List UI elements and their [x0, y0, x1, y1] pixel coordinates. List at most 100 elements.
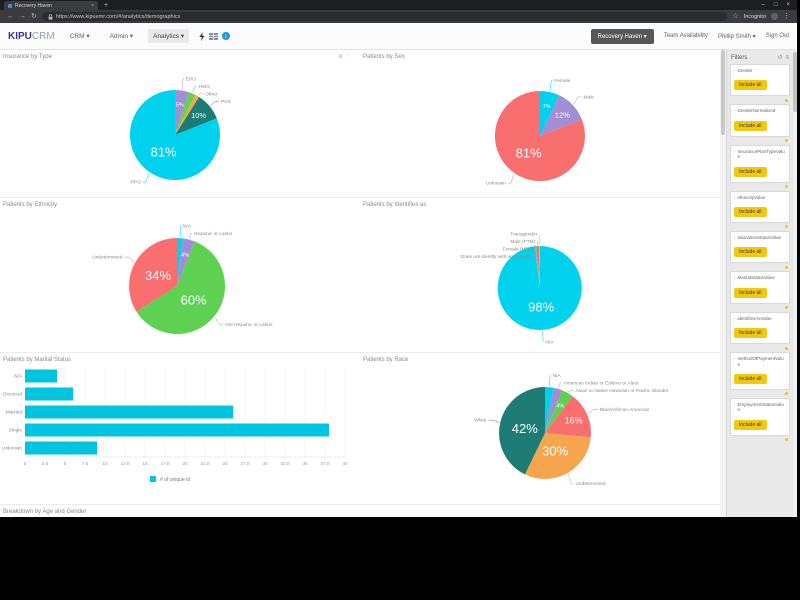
- lightning-icon[interactable]: [199, 31, 205, 41]
- tab-close-icon[interactable]: ×: [91, 3, 94, 9]
- pie-chart: 98% TransgenderMale (FTM) Female (MTF)Does…: [461, 232, 582, 345]
- chevron-down-icon: ▾: [129, 33, 134, 40]
- legend-swatch: [150, 476, 156, 482]
- x-tick-label: 2.5: [42, 461, 49, 466]
- expand-caret-icon[interactable]: ›: [734, 149, 736, 160]
- menu-analytics[interactable]: Analytics ▾: [148, 29, 190, 43]
- include-all-button[interactable]: Include all: [734, 80, 767, 91]
- label-leader-line: [542, 330, 544, 343]
- scrollbar-thumb[interactable]: [721, 50, 725, 135]
- include-all-button[interactable]: Include all: [734, 287, 767, 298]
- pie-category-label: EPO: [186, 76, 196, 82]
- back-icon[interactable]: ←: [7, 10, 14, 23]
- label-leader-line: [567, 390, 574, 393]
- include-all-button[interactable]: Include all: [734, 206, 767, 217]
- filter-status-row: [727, 96, 793, 104]
- star-icon[interactable]: ☆: [732, 10, 738, 23]
- legend-label: # of unique id: [160, 477, 190, 483]
- menu-admin[interactable]: Admin ▾: [105, 29, 139, 43]
- sign-out-link[interactable]: Sign Out: [766, 33, 789, 39]
- filter-title: EmploymentStatusValue: [737, 401, 784, 413]
- pie-percent-label: 34%: [145, 268, 171, 283]
- main-scrollbar[interactable]: [720, 50, 726, 517]
- expand-caret-icon[interactable]: ›: [734, 275, 736, 280]
- focus-mode-icon[interactable]: ↑: [347, 53, 350, 60]
- label-leader-line: [488, 419, 500, 423]
- tab-title: Recovery Haven: [15, 2, 52, 9]
- include-all-button[interactable]: Include all: [734, 373, 767, 384]
- close-button[interactable]: ×: [786, 2, 790, 8]
- url-box[interactable]: https://www.kipuemr.com/#/analytics/demo…: [41, 12, 728, 21]
- info-icon[interactable]: i: [222, 32, 231, 40]
- expand-caret-icon[interactable]: ›: [734, 316, 736, 321]
- x-tick-label: 37.5: [321, 461, 330, 466]
- filter-card: › educationStatusValue Include all: [730, 230, 790, 264]
- grid-icon[interactable]: [209, 32, 219, 40]
- bar-category-label: Divorced: [3, 392, 22, 398]
- bar[interactable]: [25, 441, 97, 455]
- user-menu[interactable]: Phillip Smith ▾: [718, 33, 756, 40]
- include-all-button[interactable]: Include all: [734, 166, 767, 177]
- kipucrm-logo[interactable]: KIPUCRM: [8, 31, 55, 42]
- bar[interactable]: [25, 369, 57, 383]
- collapse-filters-icon[interactable]: ≡: [785, 55, 789, 61]
- include-all-button[interactable]: Include all: [734, 247, 767, 258]
- expand-caret-icon[interactable]: ›: [734, 108, 736, 113]
- expand-caret-icon[interactable]: ›: [734, 402, 736, 413]
- menu-crm[interactable]: CRM ▾: [65, 29, 95, 43]
- filter-indicator-dot: [785, 346, 788, 350]
- browser-menu-icon[interactable]: ⋮: [783, 10, 790, 23]
- x-tick-label: 20: [182, 461, 188, 466]
- bar-category-label: N/A: [14, 374, 23, 380]
- chevron-down-icon: ▾: [180, 33, 185, 40]
- bar-category-label: Married: [6, 410, 23, 416]
- expand-caret-icon[interactable]: ›: [734, 356, 736, 367]
- filter-title: methodOfPaymentValue: [737, 356, 784, 367]
- filter-status-row: [727, 263, 793, 271]
- filters-scrollbar[interactable]: [793, 50, 797, 517]
- reset-filters-icon[interactable]: ↺: [777, 54, 782, 61]
- pie-category-label: Female: [554, 78, 570, 84]
- pie-category-label: Hispanic or Latino: [194, 231, 233, 237]
- label-leader-line: [549, 375, 551, 387]
- bar-chart: 0 2.5 5 7.5 10 12.5 15 17.5 20 22.5 25 27.5 30 32.5 35…: [2, 367, 348, 483]
- include-all-button[interactable]: Include all: [734, 328, 767, 339]
- chart-title: Patients by Race: [363, 357, 409, 363]
- profile-avatar[interactable]: [771, 13, 778, 20]
- include-all-button[interactable]: Include all: [734, 419, 767, 430]
- x-tick-label: 35: [302, 461, 308, 466]
- pin-visual-icon[interactable]: ⊕: [338, 53, 343, 60]
- browser-window: Recovery Haven × + – □ × ← → ↻ https://w…: [0, 0, 797, 517]
- section-title-breakdown: Breakdown by Age and Gender: [3, 509, 87, 515]
- pie-category-label: N/A: [183, 224, 192, 230]
- team-availability-link[interactable]: Team Availability: [664, 33, 708, 39]
- include-all-button[interactable]: Include all: [734, 120, 767, 131]
- label-leader-line: [192, 85, 197, 93]
- label-leader-line: [567, 473, 574, 484]
- address-bar: ← → ↻ https://www.kipuemr.com/#/analytic…: [0, 10, 797, 23]
- pie-chart: 5% 10% 81% PPO EPOHMOOther POS: [129, 76, 231, 186]
- maximize-button[interactable]: □: [774, 2, 778, 8]
- browser-tab[interactable]: Recovery Haven ×: [4, 1, 98, 10]
- pie-category-label: Female (MTF): [503, 247, 534, 253]
- new-tab-button[interactable]: +: [104, 1, 108, 10]
- scrollbar-thumb[interactable]: [793, 52, 797, 112]
- facility-selector-button[interactable]: Recovery Haven ▾: [590, 28, 654, 44]
- pie-category-label: N/A: [553, 373, 562, 379]
- chart-title: Insurance by Type: [3, 54, 52, 60]
- expand-caret-icon[interactable]: ›: [734, 68, 736, 73]
- pie-percent-label: 98%: [528, 299, 554, 314]
- bar[interactable]: [25, 387, 73, 401]
- reload-icon[interactable]: ↻: [31, 10, 37, 23]
- chart-title: Patients by Ethnicity: [3, 202, 58, 208]
- minimize-button[interactable]: –: [762, 2, 765, 8]
- label-leader-line: [558, 382, 562, 388]
- bar[interactable]: [25, 405, 233, 419]
- x-tick-label: 25: [222, 461, 228, 466]
- filter-title: InsurancePlanTypeValue: [737, 148, 785, 160]
- forward-icon[interactable]: →: [19, 10, 26, 23]
- bar[interactable]: [25, 423, 329, 437]
- expand-caret-icon[interactable]: ›: [734, 195, 736, 200]
- expand-caret-icon[interactable]: ›: [734, 235, 736, 240]
- window-controls: – □ ×: [762, 0, 797, 10]
